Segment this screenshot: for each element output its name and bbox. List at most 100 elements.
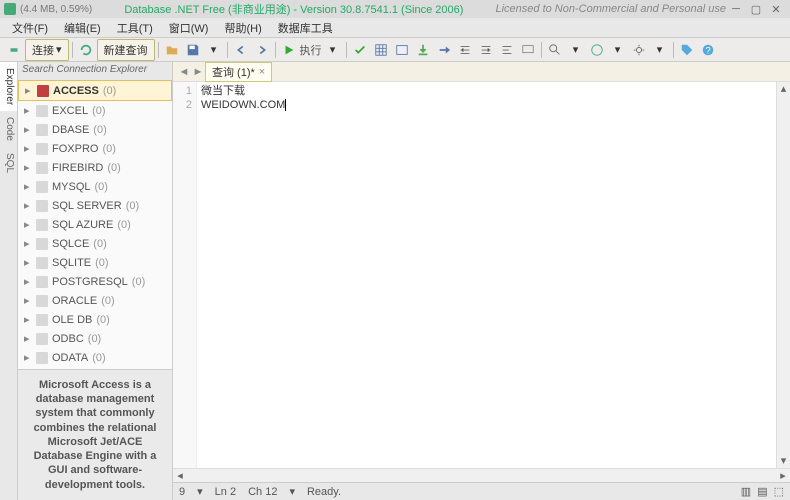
globe-dropdown-icon[interactable]: ▾	[608, 40, 628, 60]
db-item-postgresql[interactable]: ▸POSTGRESQL (0)	[18, 272, 172, 291]
menu-window[interactable]: 窗口(W)	[161, 18, 217, 38]
db-item-excel[interactable]: ▸EXCEL (0)	[18, 101, 172, 120]
db-count: (0)	[102, 143, 115, 155]
left-tab-sql[interactable]: SQL	[0, 147, 17, 179]
editor-tab-row: ◄ ► 查询 (1)* ×	[173, 62, 790, 82]
connection-explorer: Search Connection Explorer ▸ACCESS (0)▸E…	[18, 62, 173, 500]
editor-area: ◄ ► 查询 (1)* × 1 2 微当下载 WEIDOWN.COM ▴ ▾ ◂	[173, 62, 790, 500]
comment-icon[interactable]	[518, 40, 538, 60]
db-item-access[interactable]: ▸ACCESS (0)	[18, 80, 172, 101]
database-icon	[36, 238, 48, 250]
db-name: OLE DB	[52, 314, 92, 326]
expand-icon[interactable]: ▸	[24, 104, 32, 117]
expand-icon[interactable]: ▸	[24, 199, 32, 212]
left-tab-explorer[interactable]: Explorer	[0, 62, 17, 111]
vertical-scrollbar[interactable]: ▴ ▾	[776, 82, 790, 468]
db-name: POSTGRESQL	[52, 276, 128, 288]
minimize-button[interactable]: ─	[726, 3, 746, 15]
expand-icon[interactable]: ▸	[24, 256, 32, 269]
db-item-sql-azure[interactable]: ▸SQL AZURE (0)	[18, 215, 172, 234]
help-icon[interactable]: ?	[698, 40, 718, 60]
db-item-odata[interactable]: ▸ODATA (0)	[18, 348, 172, 367]
db-count: (0)	[95, 181, 108, 193]
tag-icon[interactable]	[677, 40, 697, 60]
expand-icon[interactable]: ▸	[24, 180, 32, 193]
scroll-up-icon[interactable]: ▴	[777, 82, 790, 96]
indent-right-icon[interactable]	[476, 40, 496, 60]
db-item-firebird[interactable]: ▸FIREBIRD (0)	[18, 158, 172, 177]
settings-icon[interactable]	[629, 40, 649, 60]
scroll-right-icon[interactable]: ▸	[776, 469, 790, 482]
db-count: (0)	[92, 105, 105, 117]
db-item-sqlite[interactable]: ▸SQLITE (0)	[18, 253, 172, 272]
db-item-sql-server[interactable]: ▸SQL SERVER (0)	[18, 196, 172, 215]
new-query-button[interactable]: 新建查询	[97, 39, 155, 61]
tab-close-icon[interactable]: ×	[259, 66, 265, 78]
db-item-ole-db[interactable]: ▸ OLE DB (0)	[18, 310, 172, 329]
editor-tab-query1[interactable]: 查询 (1)* ×	[205, 62, 272, 82]
redo-icon[interactable]	[252, 40, 272, 60]
code-editor[interactable]: 微当下载 WEIDOWN.COM	[197, 82, 776, 468]
left-tab-strip: Explorer Code SQL	[0, 62, 18, 500]
menu-edit[interactable]: 编辑(E)	[56, 18, 109, 38]
open-icon[interactable]	[162, 40, 182, 60]
database-icon	[36, 333, 48, 345]
status-btn-1[interactable]: ▥	[741, 485, 751, 498]
check-icon[interactable]	[350, 40, 370, 60]
menu-tools[interactable]: 工具(T)	[109, 18, 161, 38]
expand-icon[interactable]: ▸	[24, 142, 32, 155]
db-count: (0)	[96, 314, 109, 326]
globe-icon[interactable]	[587, 40, 607, 60]
expand-icon[interactable]: ▸	[24, 237, 32, 250]
save-dropdown-icon[interactable]: ▾	[204, 40, 224, 60]
db-item-dbase[interactable]: ▸DBASE (0)	[18, 120, 172, 139]
db-item-oracle[interactable]: ▸ORACLE (0)	[18, 291, 172, 310]
arrow-right-icon[interactable]	[434, 40, 454, 60]
database-icon	[36, 276, 48, 288]
db-item-sqlce[interactable]: ▸SQLCE (0)	[18, 234, 172, 253]
close-button[interactable]: ✕	[766, 3, 786, 16]
database-icon	[36, 314, 48, 326]
sidebar-search[interactable]: Search Connection Explorer	[18, 62, 172, 80]
expand-icon[interactable]: ▸	[24, 218, 32, 231]
expand-icon[interactable]: ▸	[24, 351, 32, 364]
left-tab-code[interactable]: Code	[0, 111, 17, 147]
db-item-mysql[interactable]: ▸MYSQL (0)	[18, 177, 172, 196]
indent-left-icon[interactable]	[455, 40, 475, 60]
play-icon[interactable]	[279, 40, 299, 60]
scroll-left-icon[interactable]: ◂	[173, 469, 187, 482]
expand-icon[interactable]: ▸	[24, 313, 32, 326]
grid-icon[interactable]	[371, 40, 391, 60]
settings-dropdown-icon[interactable]: ▾	[650, 40, 670, 60]
expand-icon[interactable]: ▸	[24, 332, 32, 345]
export-icon[interactable]	[413, 40, 433, 60]
db-item-odbc[interactable]: ▸ODBC (0)	[18, 329, 172, 348]
execute-dropdown-icon[interactable]: ▾	[323, 40, 343, 60]
menu-file[interactable]: 文件(F)	[4, 18, 56, 38]
db-item-foxpro[interactable]: ▸FOXPRO (0)	[18, 139, 172, 158]
menu-dbtools[interactable]: 数据库工具	[270, 18, 341, 38]
status-btn-2[interactable]: ▤	[757, 485, 767, 498]
expand-icon[interactable]: ▸	[24, 161, 32, 174]
expand-icon[interactable]: ▸	[24, 275, 32, 288]
horizontal-scrollbar[interactable]: ◂ ▸	[173, 468, 790, 482]
refresh-icon[interactable]	[76, 40, 96, 60]
tab-prev-icon[interactable]: ◄	[177, 65, 191, 79]
plug-icon[interactable]	[4, 40, 24, 60]
status-btn-3[interactable]: ⬚	[774, 485, 784, 498]
expand-icon[interactable]: ▸	[25, 84, 33, 97]
scroll-down-icon[interactable]: ▾	[777, 454, 790, 468]
maximize-button[interactable]: ▢	[746, 3, 766, 16]
find-dropdown-icon[interactable]: ▾	[566, 40, 586, 60]
table-icon[interactable]	[392, 40, 412, 60]
expand-icon[interactable]: ▸	[24, 294, 32, 307]
expand-icon[interactable]: ▸	[24, 123, 32, 136]
status-ready: Ready.	[307, 486, 729, 498]
connect-button[interactable]: 连接▾	[25, 39, 69, 61]
save-icon[interactable]	[183, 40, 203, 60]
format-icon[interactable]	[497, 40, 517, 60]
find-icon[interactable]	[545, 40, 565, 60]
menu-help[interactable]: 帮助(H)	[216, 18, 269, 38]
tab-next-icon[interactable]: ►	[191, 65, 205, 79]
undo-icon[interactable]	[231, 40, 251, 60]
